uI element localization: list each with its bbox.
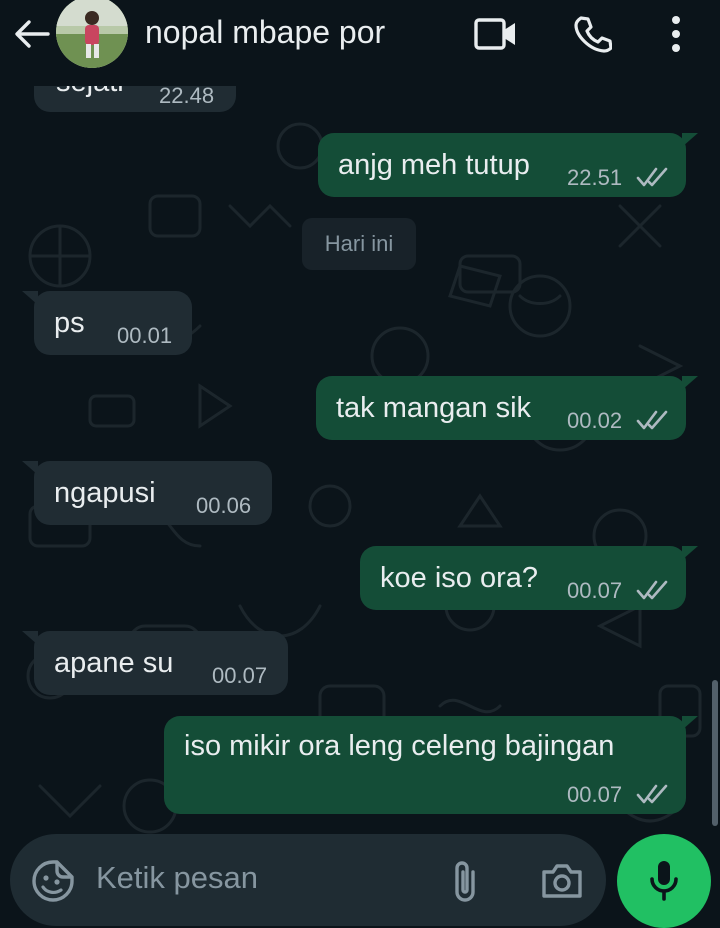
attach-icon[interactable] [446, 858, 486, 904]
more-options-icon [672, 16, 680, 52]
chat-header: nopal mbape por [0, 0, 720, 86]
video-call-button[interactable] [474, 12, 518, 56]
message-text: tak mangan sik [336, 392, 532, 424]
outgoing-message[interactable]: koe iso ora? 00.07 [360, 546, 698, 610]
incoming-message[interactable]: apane su 00.07 [22, 631, 288, 695]
message-time: 00.06 [196, 493, 252, 518]
scrollbar-thumb[interactable] [712, 680, 718, 826]
outgoing-message[interactable]: tak mangan sik 00.02 [316, 376, 698, 440]
video-call-icon [474, 18, 515, 50]
message-text: ps [54, 307, 85, 339]
message-composer[interactable]: Ketik pesan [10, 834, 606, 926]
message-input[interactable]: Ketik pesan [96, 860, 258, 896]
mic-icon [650, 861, 678, 901]
message-time: 00.07 [567, 782, 623, 807]
camera-icon[interactable] [540, 860, 584, 900]
outgoing-message[interactable]: iso mikir ora leng celeng bajingan 00.07 [164, 716, 698, 814]
sticker-icon[interactable] [30, 858, 76, 904]
more-options-button[interactable] [654, 12, 698, 56]
incoming-message[interactable]: ps 00.01 [22, 291, 192, 355]
message-text: iso mikir ora leng celeng bajingan [184, 730, 615, 762]
message-time: 00.02 [567, 408, 623, 433]
message-text: koe iso ora? [380, 562, 538, 594]
phone-icon [574, 16, 612, 53]
message-time: 00.01 [117, 323, 173, 348]
voice-call-button[interactable] [570, 12, 614, 56]
read-receipt-icon [636, 410, 668, 430]
back-button[interactable] [12, 14, 52, 54]
outgoing-message[interactable]: anjg meh tutup 22.51 [318, 133, 698, 197]
incoming-message[interactable]: ngapusi 00.06 [22, 461, 272, 525]
date-divider: Hari ini [302, 218, 416, 270]
back-arrow-icon [15, 20, 50, 48]
message-time: 22.51 [567, 165, 623, 190]
voice-message-button[interactable] [617, 834, 711, 928]
read-receipt-icon [636, 580, 668, 600]
message-time: 00.07 [212, 663, 268, 688]
message-text: apane su [54, 647, 174, 679]
avatar-photo [56, 0, 128, 68]
contact-name[interactable]: nopal mbape por [145, 14, 385, 51]
message-text: anjg meh tutup [338, 149, 530, 181]
message-time: 00.07 [567, 578, 623, 603]
read-receipt-icon [636, 784, 668, 804]
contact-avatar[interactable] [56, 0, 128, 68]
message-time: 22.48 [159, 83, 215, 108]
message-text: ngapusi [54, 477, 156, 509]
read-receipt-icon [636, 167, 668, 187]
